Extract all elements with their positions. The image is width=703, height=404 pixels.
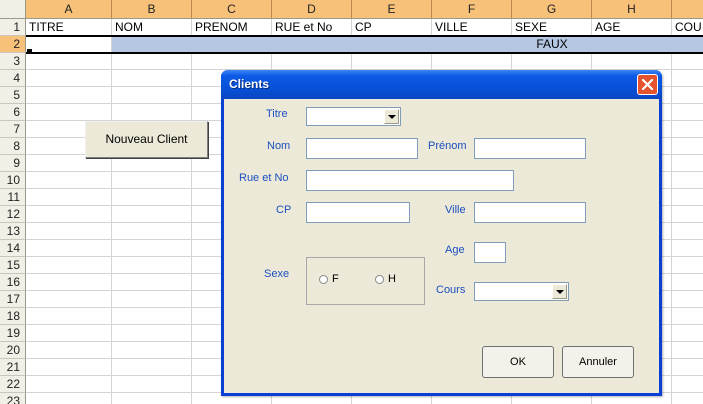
row-header[interactable]: 3 [0, 53, 26, 70]
prenom-input[interactable] [474, 138, 586, 159]
cours-label: Cours [436, 284, 466, 296]
row-header[interactable]: 12 [0, 206, 26, 223]
fill-handle[interactable] [27, 49, 32, 54]
column-header-c[interactable]: C [192, 0, 272, 19]
row-header[interactable]: 1 [0, 19, 26, 36]
cell-e1[interactable]: CP [352, 19, 432, 36]
close-button[interactable] [637, 74, 658, 95]
row-header[interactable]: 2 [0, 36, 26, 53]
ville-input[interactable] [474, 202, 586, 223]
row-header[interactable]: 19 [0, 325, 26, 342]
cell-d1[interactable]: RUE et No [272, 19, 352, 36]
row-2-selection [112, 36, 703, 53]
cell-f1[interactable]: VILLE [432, 19, 512, 36]
cp-label: CP [276, 204, 292, 216]
clients-dialog: Clients Titre Nom Prénom Rue et No CP Vi… [221, 70, 662, 396]
column-header-b[interactable]: B [112, 0, 192, 19]
grid-column-line [191, 19, 192, 404]
sexe-label: Sexe [264, 268, 290, 280]
row-header[interactable]: 9 [0, 155, 26, 172]
column-header-e[interactable]: E [352, 0, 432, 19]
cp-input[interactable] [306, 202, 410, 223]
chevron-down-icon[interactable] [552, 284, 567, 299]
chevron-down-icon[interactable] [384, 109, 399, 124]
radio-f-label: F [332, 273, 339, 285]
cell-b1[interactable]: NOM [112, 19, 192, 36]
sexe-frame: F H [306, 257, 425, 305]
column-header-f[interactable]: F [432, 0, 512, 19]
titre-combobox[interactable] [306, 107, 401, 126]
age-label: Age [445, 244, 465, 256]
select-all-corner[interactable] [0, 0, 26, 19]
column-header-g[interactable]: G [512, 0, 592, 19]
cancel-button[interactable]: Annuler [562, 346, 634, 378]
column-header-d[interactable]: D [272, 0, 352, 19]
nom-input[interactable] [306, 138, 418, 159]
ok-button[interactable]: OK [482, 346, 554, 378]
titre-label: Titre [266, 108, 288, 120]
row-header[interactable]: 10 [0, 172, 26, 189]
row-header[interactable]: 5 [0, 87, 26, 104]
row-header[interactable]: 7 [0, 121, 26, 138]
cell-a1[interactable]: TITRE [26, 19, 112, 36]
row-header[interactable]: 16 [0, 274, 26, 291]
row-header[interactable]: 22 [0, 376, 26, 393]
row-header[interactable]: 13 [0, 223, 26, 240]
row-header[interactable]: 15 [0, 257, 26, 274]
cours-combobox[interactable] [474, 282, 569, 301]
row-header[interactable]: 14 [0, 240, 26, 257]
age-input[interactable] [474, 242, 506, 263]
row-header[interactable]: 18 [0, 308, 26, 325]
rue-input[interactable] [306, 170, 514, 191]
nom-label: Nom [267, 140, 291, 152]
rue-label: Rue et No [239, 172, 289, 184]
cell-i1[interactable]: COU [672, 19, 703, 36]
cell-g2[interactable]: FAUX [512, 36, 592, 53]
dialog-title-bar[interactable]: Clients [221, 70, 662, 99]
row-header[interactable]: 23 [0, 393, 26, 404]
dialog-title: Clients [229, 77, 270, 91]
column-header-i[interactable] [672, 0, 703, 19]
row-header[interactable]: 21 [0, 359, 26, 376]
radio-h[interactable] [375, 275, 384, 284]
row-header[interactable]: 17 [0, 291, 26, 308]
ville-label: Ville [445, 204, 466, 216]
radio-f[interactable] [319, 275, 328, 284]
radio-h-label: H [388, 273, 396, 285]
prenom-label: Prénom [428, 140, 467, 152]
row-header[interactable]: 20 [0, 342, 26, 359]
grid-column-line [671, 19, 672, 404]
row-header[interactable]: 8 [0, 138, 26, 155]
column-header-h[interactable]: H [592, 0, 672, 19]
row-header[interactable]: 11 [0, 189, 26, 206]
grid-row [26, 53, 703, 70]
close-icon [642, 79, 653, 90]
cell-c1[interactable]: PRENOM [192, 19, 272, 36]
grid-column-line [111, 19, 112, 404]
row-2-bottom-border [26, 52, 703, 54]
row-header[interactable]: 6 [0, 104, 26, 121]
row-header[interactable]: 4 [0, 70, 26, 87]
cell-g1[interactable]: SEXE [512, 19, 592, 36]
column-header-a[interactable]: A [26, 0, 112, 19]
new-client-button[interactable]: Nouveau Client [85, 121, 208, 158]
cell-h1[interactable]: AGE [592, 19, 672, 36]
